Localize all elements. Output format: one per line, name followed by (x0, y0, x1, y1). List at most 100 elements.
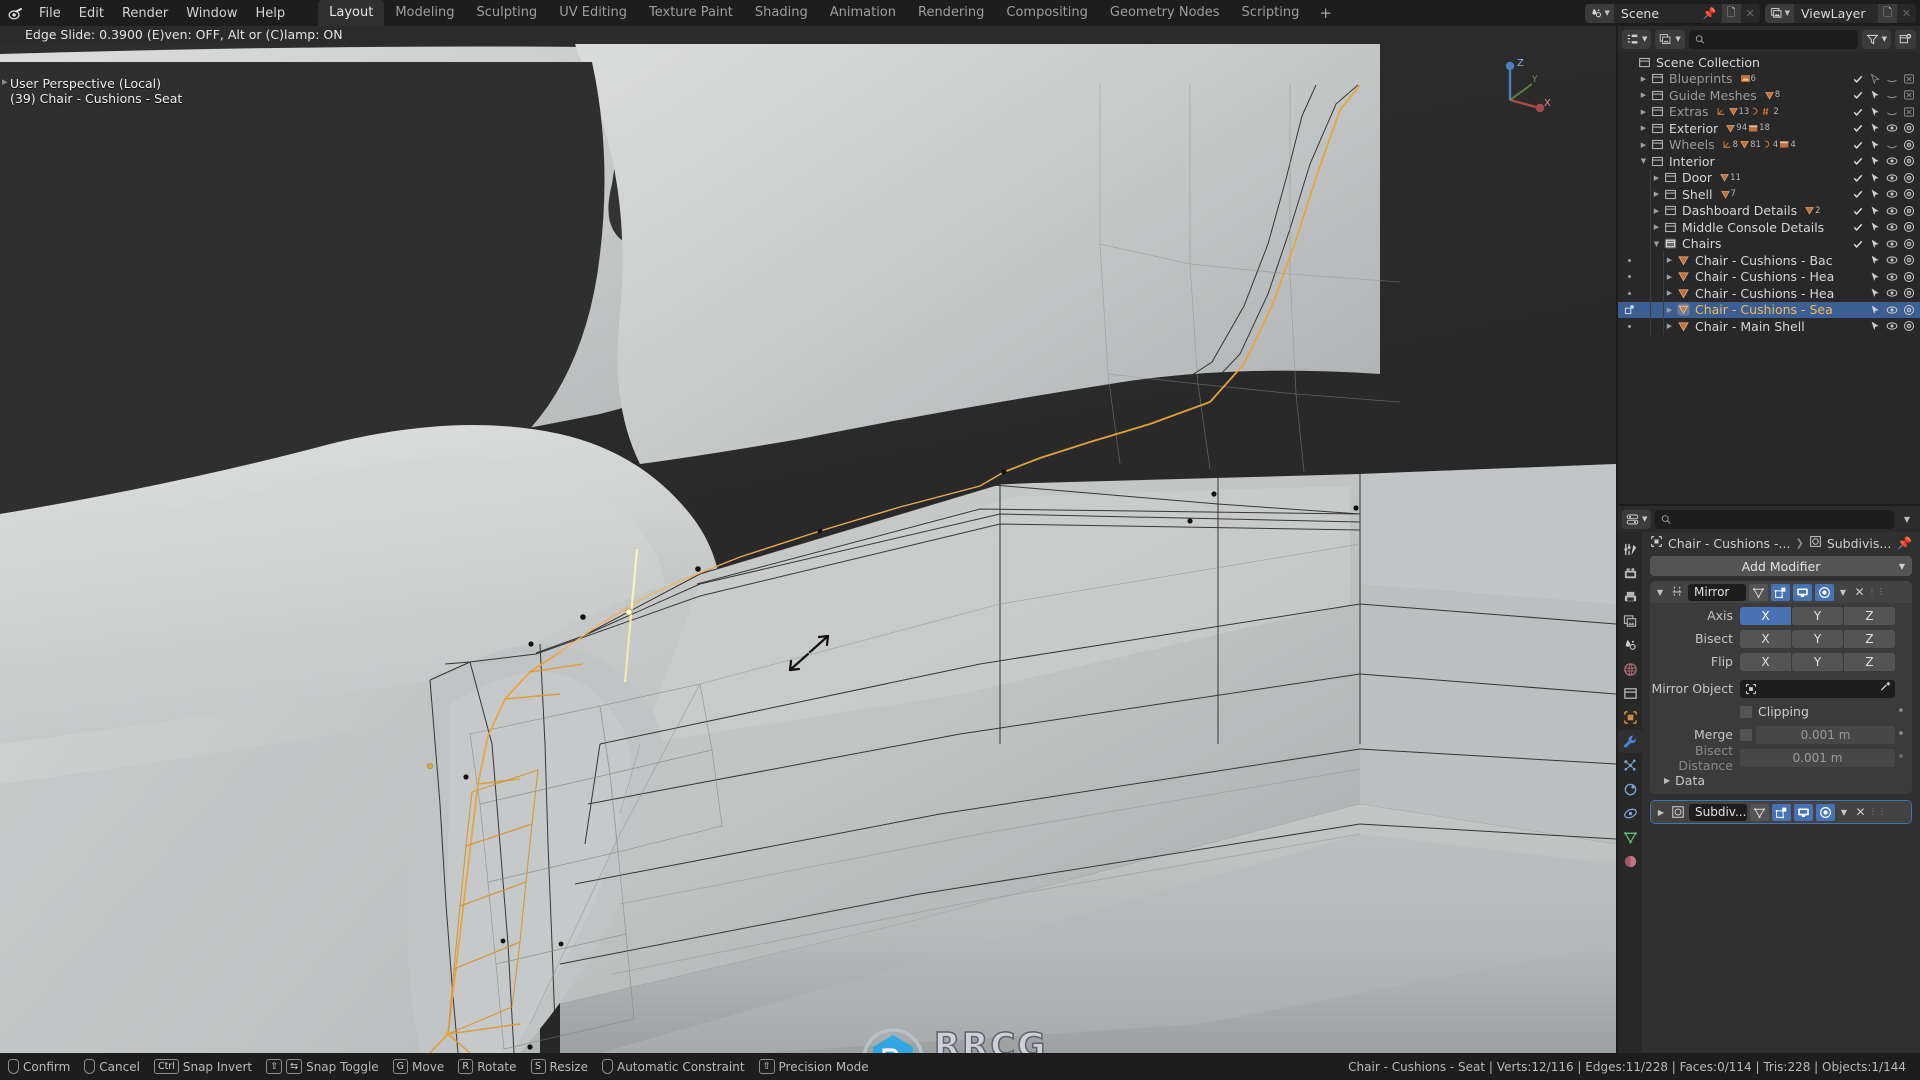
breadcrumb-modifier-name[interactable]: Subdivis... (1827, 536, 1892, 551)
mirror-toggle-on-cage[interactable] (1749, 583, 1768, 601)
outliner-toggle-check[interactable] (1849, 137, 1866, 154)
disclosure-closed-icon[interactable]: ▶ (1637, 75, 1650, 83)
outliner-toggle-eye[interactable] (1883, 186, 1900, 203)
subdivision-drag-handle[interactable]: ⋮⋮ (1869, 808, 1886, 816)
outliner-toggle-camera[interactable] (1900, 302, 1917, 319)
view-layer-icon[interactable]: ▼ (1764, 3, 1794, 23)
outliner-toggle-cursor[interactable] (1866, 137, 1883, 154)
outliner-toggle-cursor[interactable] (1866, 104, 1883, 121)
eyedropper-icon[interactable] (1878, 681, 1890, 696)
outliner-row-mode-icon[interactable] (1622, 302, 1636, 319)
properties-options-button[interactable]: ▼ (1898, 515, 1916, 524)
tab-modifier[interactable] (1618, 730, 1642, 753)
outliner-toggle-cursor[interactable] (1866, 302, 1883, 319)
scene-name[interactable]: Scene (1613, 3, 1698, 23)
add-modifier-button[interactable]: Add Modifier ▼ (1650, 556, 1912, 576)
outliner-toggle-cursor[interactable] (1866, 120, 1883, 137)
disclosure-closed-icon[interactable]: ▶ (1650, 174, 1663, 182)
disclosure-open-icon[interactable]: ▼ (1650, 240, 1663, 248)
outliner-row[interactable]: ▶ Chair - Cushions - Sea (1618, 301, 1920, 319)
outliner-row[interactable]: ▼ Interior (1618, 153, 1920, 170)
mirror-axis-toggles[interactable]: X Y Z (1740, 606, 1895, 625)
outliner-row[interactable]: ▶ Dashboard Details 2 (1618, 202, 1920, 220)
delete-viewlayer-button[interactable]: ✕ (1897, 3, 1916, 23)
outliner-row[interactable]: ▶ Chair - Cushions - Hea (1618, 285, 1920, 302)
outliner-toggle-camera[interactable] (1900, 269, 1917, 286)
mirror-toggle-edit-mode[interactable] (1771, 583, 1790, 601)
disclosure-closed-icon[interactable]: ▶ (1663, 289, 1676, 297)
outliner-toggle-camera[interactable] (1900, 186, 1917, 203)
tab-modeling[interactable]: Modeling (384, 0, 465, 26)
tab-animation[interactable]: Animation (819, 0, 907, 26)
breadcrumb-object-name[interactable]: Chair - Cushions -... (1668, 536, 1790, 551)
tab-physics[interactable] (1618, 778, 1642, 801)
disclosure-closed-icon[interactable]: ▶ (1663, 273, 1676, 281)
tab-sculpting[interactable]: Sculpting (465, 0, 548, 26)
tab-rendering[interactable]: Rendering (907, 0, 995, 26)
outliner-toggle-camera-off[interactable] (1900, 104, 1917, 121)
mirror-flip-y[interactable]: Y (1792, 652, 1843, 671)
properties-editor-type-button[interactable]: ▼ (1622, 509, 1652, 529)
mirror-toggle-render[interactable] (1815, 583, 1834, 601)
outliner-row[interactable]: ▶ Middle Console Details (1618, 219, 1920, 236)
mirror-bisect-x[interactable]: X (1740, 629, 1791, 648)
outliner-editor[interactable]: ▼ ▼ ▼ Scene Collection ▶ Blueprints 6 ▶ … (1618, 26, 1920, 504)
tab-uv-editing[interactable]: UV Editing (548, 0, 638, 26)
outliner-toggle-eye[interactable] (1883, 203, 1900, 220)
mirror-flip-toggles[interactable]: X Y Z (1740, 652, 1895, 671)
outliner-toggle-eye[interactable] (1883, 269, 1900, 286)
outliner-toggle-check[interactable] (1849, 104, 1866, 121)
new-scene-button[interactable]: 🗋 (1721, 3, 1741, 23)
menu-edit[interactable]: Edit (70, 3, 113, 24)
outliner-toggle-camera-off[interactable] (1900, 87, 1917, 104)
outliner-toggle-eye[interactable] (1883, 318, 1900, 335)
scene-selector[interactable]: ▼ Scene 📌 🗋 ✕ (1584, 3, 1760, 23)
disclosure-closed-icon[interactable]: ▶ (1650, 190, 1663, 198)
outliner-toggle-hide[interactable] (1883, 104, 1900, 121)
subdivision-modifier-panel[interactable]: ▶ Subdiv... ▼ ✕ ⋮⋮ (1650, 800, 1912, 824)
outliner-row[interactable]: ▶ Extras 13 2 (1618, 104, 1920, 121)
outliner-toggle-camera[interactable] (1900, 170, 1917, 187)
tab-geometry-nodes[interactable]: Geometry Nodes (1099, 0, 1231, 26)
outliner-row[interactable]: ▼ Chairs (1618, 235, 1920, 253)
3d-viewport[interactable]: Edge Slide: 0.3900 (E)ven: OFF, Alt or (… (0, 26, 1616, 1053)
subdivision-name-field[interactable]: Subdiv... (1689, 803, 1747, 821)
outliner-toggle-check[interactable] (1849, 219, 1866, 236)
tab-output[interactable] (1618, 586, 1642, 609)
mirror-modifier-panel[interactable]: ▼ Mirror ▼ ✕ ⋮⋮ Axis X Y Z Bisect X Y Z … (1650, 581, 1912, 794)
outliner-toggle-check[interactable] (1849, 120, 1866, 137)
mirror-collapse-icon[interactable]: ▼ (1654, 588, 1666, 597)
outliner-display-mode-button[interactable]: ▼ (1655, 29, 1685, 49)
mirror-bisect-toggles[interactable]: X Y Z (1740, 629, 1895, 648)
mirror-flip-z[interactable]: Z (1844, 652, 1895, 671)
delete-scene-button[interactable]: ✕ (1740, 3, 1760, 23)
outliner-editor-type-button[interactable]: ▼ (1622, 29, 1652, 49)
viewport-sidebar-toggle[interactable]: ▸ (2, 75, 8, 88)
subdivision-toggle-realtime[interactable] (1794, 803, 1813, 821)
outliner-toggle-cursor[interactable] (1866, 236, 1883, 253)
tab-shading[interactable]: Shading (744, 0, 819, 26)
mirror-extras-menu[interactable]: ▼ (1837, 588, 1849, 597)
properties-tab-column[interactable] (1618, 532, 1642, 1053)
subdivision-expand-icon[interactable]: ▶ (1655, 808, 1667, 817)
outliner-toggle-eye[interactable] (1883, 120, 1900, 137)
tab-view-layer[interactable] (1618, 610, 1642, 633)
tab-particles[interactable] (1618, 754, 1642, 777)
outliner-toggle-cursor[interactable] (1866, 170, 1883, 187)
scene-icon[interactable]: ▼ (1584, 3, 1614, 23)
outliner-row[interactable]: ▶ Guide Meshes 8 (1618, 87, 1920, 104)
tab-material[interactable] (1618, 850, 1642, 873)
outliner-toggle-cursor[interactable] (1866, 87, 1883, 104)
tab-object[interactable] (1618, 706, 1642, 729)
mirror-flip-x[interactable]: X (1740, 652, 1791, 671)
disclosure-closed-icon[interactable]: ▶ (1650, 207, 1663, 215)
menu-window[interactable]: Window (177, 3, 246, 24)
outliner-toggle-camera[interactable] (1900, 318, 1917, 335)
subdivision-modifier-header[interactable]: ▶ Subdiv... ▼ ✕ ⋮⋮ (1651, 801, 1911, 823)
mirror-bisect-y[interactable]: Y (1792, 629, 1843, 648)
mirror-delete-button[interactable]: ✕ (1852, 585, 1867, 599)
subdivision-delete-button[interactable]: ✕ (1853, 805, 1868, 819)
outliner-row[interactable]: ▶ Wheels 8 81 4 4 (1618, 137, 1920, 154)
disclosure-closed-icon[interactable]: ▶ (1637, 91, 1650, 99)
properties-search-field[interactable] (1655, 509, 1894, 529)
